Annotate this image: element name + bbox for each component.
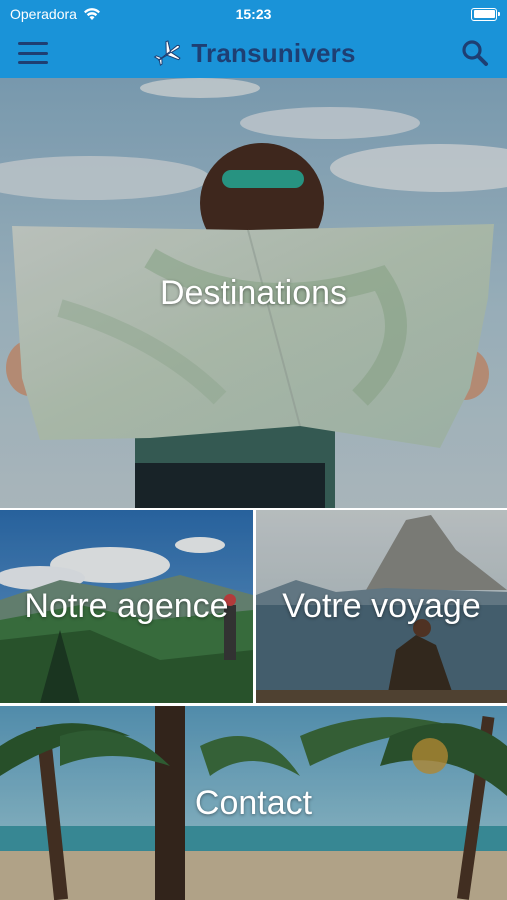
contact-tile[interactable]: Contact <box>0 706 507 900</box>
destinations-label: Destinations <box>159 273 348 312</box>
agence-tile[interactable]: Notre agence <box>0 510 253 703</box>
airplane-icon <box>154 40 182 66</box>
voyage-tile[interactable]: Votre voyage <box>256 510 507 703</box>
contact-label: Contact <box>194 783 313 822</box>
wifi-icon <box>83 8 100 20</box>
menu-icon[interactable] <box>18 42 48 64</box>
status-bar: Operadora 15:23 <box>0 0 507 28</box>
status-left: Operadora <box>10 6 101 22</box>
brand[interactable]: Transunivers <box>153 38 355 69</box>
agence-label: Notre agence <box>24 587 229 625</box>
battery-icon <box>471 7 500 21</box>
destinations-tile[interactable]: Destinations <box>0 78 507 508</box>
voyage-label: Votre voyage <box>282 587 481 625</box>
brand-name: Transunivers <box>191 37 356 68</box>
nav-bar: Transunivers <box>0 28 507 78</box>
search-icon[interactable] <box>461 39 489 67</box>
carrier-label: Operadora <box>10 6 77 22</box>
